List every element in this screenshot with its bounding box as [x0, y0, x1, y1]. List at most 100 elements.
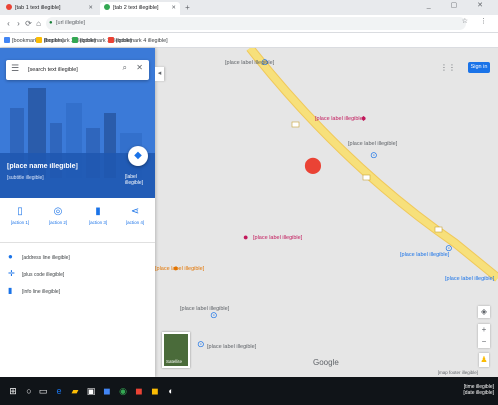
action-button-4[interactable]: ⋖ [action 4]: [120, 206, 150, 226]
browser-toolbar: ‹ › ⟳ ⌂ ● [url illegible] ☆ ⋮: [0, 15, 498, 33]
poi-marker-icon[interactable]: ⊙: [210, 311, 218, 320]
zoom-controls: + −: [478, 324, 490, 348]
action-label: [action 4]: [125, 220, 145, 225]
tab-title: [tab 1 text illegible]: [15, 5, 61, 11]
map-place-label[interactable]: [place label illegible]: [315, 116, 364, 123]
place-action-row: ▯ [action 1] ◎ [action 2] ▮ [action 3] ⋖…: [0, 198, 155, 243]
bookmark-folder-icon: [108, 37, 114, 43]
search-box[interactable]: ☰ ⌕ ✕: [6, 60, 149, 80]
tab-close-icon[interactable]: ✕: [88, 2, 93, 15]
windows-taskbar: ⊞ ○ ▭ e ▰ ▣ ◼ ◉ ◼ ◼ ◐ [time illegible] […: [0, 377, 498, 405]
tab-favicon-icon: [104, 4, 110, 10]
bookmark-icon: ▯: [17, 206, 23, 217]
directions-label: [label illegible]: [125, 174, 144, 186]
bookmark-folder-icon: [36, 37, 42, 43]
sign-in-button[interactable]: Sign in: [468, 62, 490, 73]
tab-favicon-icon: [6, 4, 12, 10]
bookmark-star-and-menu[interactable]: ☆ ⋮: [462, 17, 492, 25]
action-label: [action 2]: [48, 220, 68, 225]
window-controls[interactable]: _ ▢ ✕: [427, 1, 492, 9]
map-place-label[interactable]: [place label illegible]: [155, 266, 204, 273]
street-view-pegman-icon[interactable]: ♟: [479, 353, 489, 367]
directions-button[interactable]: ◆: [128, 146, 148, 166]
share-icon: ⋖: [130, 206, 140, 217]
search-icon[interactable]: ○: [24, 385, 34, 397]
system-tray[interactable]: [time illegible] [date illegible]: [463, 384, 494, 396]
action-button-3[interactable]: ▮ [action 3]: [83, 206, 113, 226]
app-icon[interactable]: ◼: [102, 385, 112, 397]
map-place-label[interactable]: [place label illegible]: [253, 235, 302, 242]
map-place-label[interactable]: [place label illegible]: [225, 60, 274, 67]
edge-browser-icon[interactable]: e: [54, 385, 64, 397]
app-icon[interactable]: ◐: [166, 385, 176, 397]
address-text: [address line illegible]: [22, 255, 70, 261]
map-place-label[interactable]: [place label illegible]: [445, 276, 494, 283]
phone-icon: ▮: [95, 206, 101, 217]
lock-icon: ●: [49, 20, 53, 26]
compass-button[interactable]: ◈: [478, 306, 490, 318]
plus-code-row[interactable]: ✛ [plus code illegible]: [0, 268, 155, 282]
bookmark-folder-icon: [4, 37, 10, 43]
store-icon[interactable]: ▣: [86, 385, 96, 397]
place-subtitle: [subtitle illegible]: [7, 175, 44, 181]
poi-marker-icon[interactable]: ●: [243, 233, 248, 242]
plus-code-text: [plus code illegible]: [22, 272, 65, 278]
plus-code-icon: ✛: [8, 269, 15, 278]
collapse-panel-button[interactable]: ◂: [155, 67, 164, 81]
poi-marker-icon[interactable]: ⊙: [370, 151, 378, 160]
address-url: [url illegible]: [56, 20, 86, 26]
address-bar[interactable]: ● [url illegible]: [46, 17, 466, 30]
tab-close-icon[interactable]: ✕: [171, 2, 176, 15]
info-text: [info line illegible]: [22, 289, 61, 295]
map-place-label[interactable]: [place label illegible]: [348, 141, 397, 148]
browser-tab-2-active[interactable]: [tab 2 text illegible] ✕: [100, 2, 180, 15]
zoom-out-button[interactable]: −: [478, 336, 490, 348]
bookmarks-bar: [bookmark 1 illegible] [bookmark 2 illeg…: [0, 34, 498, 48]
bookmark-label: [bookmark 4 illegible]: [116, 38, 168, 44]
start-button-icon[interactable]: ⊞: [8, 385, 18, 397]
bookmark-folder-icon: [72, 37, 78, 43]
browser-tab-1[interactable]: [tab 1 text illegible] ✕: [2, 2, 97, 15]
map-canvas[interactable]: ⋮⋮ Sign in ⊙ [place label illegible] ● […: [155, 48, 498, 377]
search-icon[interactable]: ⌕: [123, 63, 127, 73]
location-pin-icon: ●: [8, 252, 13, 261]
satellite-layer-toggle[interactable]: Satellite: [162, 332, 190, 368]
tray-date: [date illegible]: [463, 390, 494, 396]
place-hero-image[interactable]: ☰ ⌕ ✕ ◆ [label illegible] [place name il…: [0, 48, 155, 198]
map-place-label[interactable]: [place label illegible]: [180, 306, 229, 313]
close-icon[interactable]: ✕: [136, 63, 143, 72]
app-icon[interactable]: ◼: [150, 385, 160, 397]
apps-grid-icon[interactable]: ⋮⋮: [440, 63, 456, 72]
map-place-label[interactable]: [place label illegible]: [207, 344, 256, 351]
nearby-icon: ◎: [53, 206, 63, 217]
info-row[interactable]: ▮ [info line illegible]: [0, 285, 155, 299]
address-row[interactable]: ● [address line illegible]: [0, 251, 155, 265]
tab-title: [tab 2 text illegible]: [113, 5, 159, 11]
hamburger-menu-icon[interactable]: ☰: [11, 63, 19, 74]
search-input[interactable]: [28, 65, 108, 75]
chrome-icon[interactable]: ◉: [118, 385, 128, 397]
action-label: [action 3]: [88, 220, 108, 225]
map-footer-scale: [map footer illegible]: [437, 370, 478, 375]
action-button-1[interactable]: ▯ [action 1]: [5, 206, 35, 226]
bookmark-item[interactable]: [bookmark 4 illegible]: [108, 36, 168, 46]
place-side-panel: ☰ ⌕ ✕ ◆ [label illegible] [place name il…: [0, 48, 164, 377]
task-view-icon[interactable]: ▭: [38, 385, 48, 397]
place-title: [place name illegible]: [7, 163, 78, 170]
zoom-in-button[interactable]: +: [478, 324, 490, 336]
home-button[interactable]: ⌂: [33, 17, 44, 30]
phone-icon: ▮: [8, 286, 13, 295]
location-pin-icon[interactable]: ⬤: [304, 158, 322, 174]
browser-tab-bar: [tab 1 text illegible] ✕ [tab 2 text ill…: [0, 0, 498, 15]
satellite-label: Satellite: [166, 359, 183, 364]
action-label: [action 1]: [10, 220, 30, 225]
file-explorer-icon[interactable]: ▰: [70, 385, 80, 397]
google-logo: Google: [313, 358, 339, 367]
app-icon[interactable]: ◼: [134, 385, 144, 397]
map-place-label[interactable]: [place label illegible]: [400, 252, 449, 259]
poi-marker-icon[interactable]: ●: [173, 264, 178, 273]
new-tab-button[interactable]: +: [183, 3, 192, 13]
action-button-2[interactable]: ◎ [action 2]: [43, 206, 73, 226]
map-roads: [246, 48, 498, 282]
poi-marker-icon[interactable]: ⊙: [197, 340, 205, 349]
